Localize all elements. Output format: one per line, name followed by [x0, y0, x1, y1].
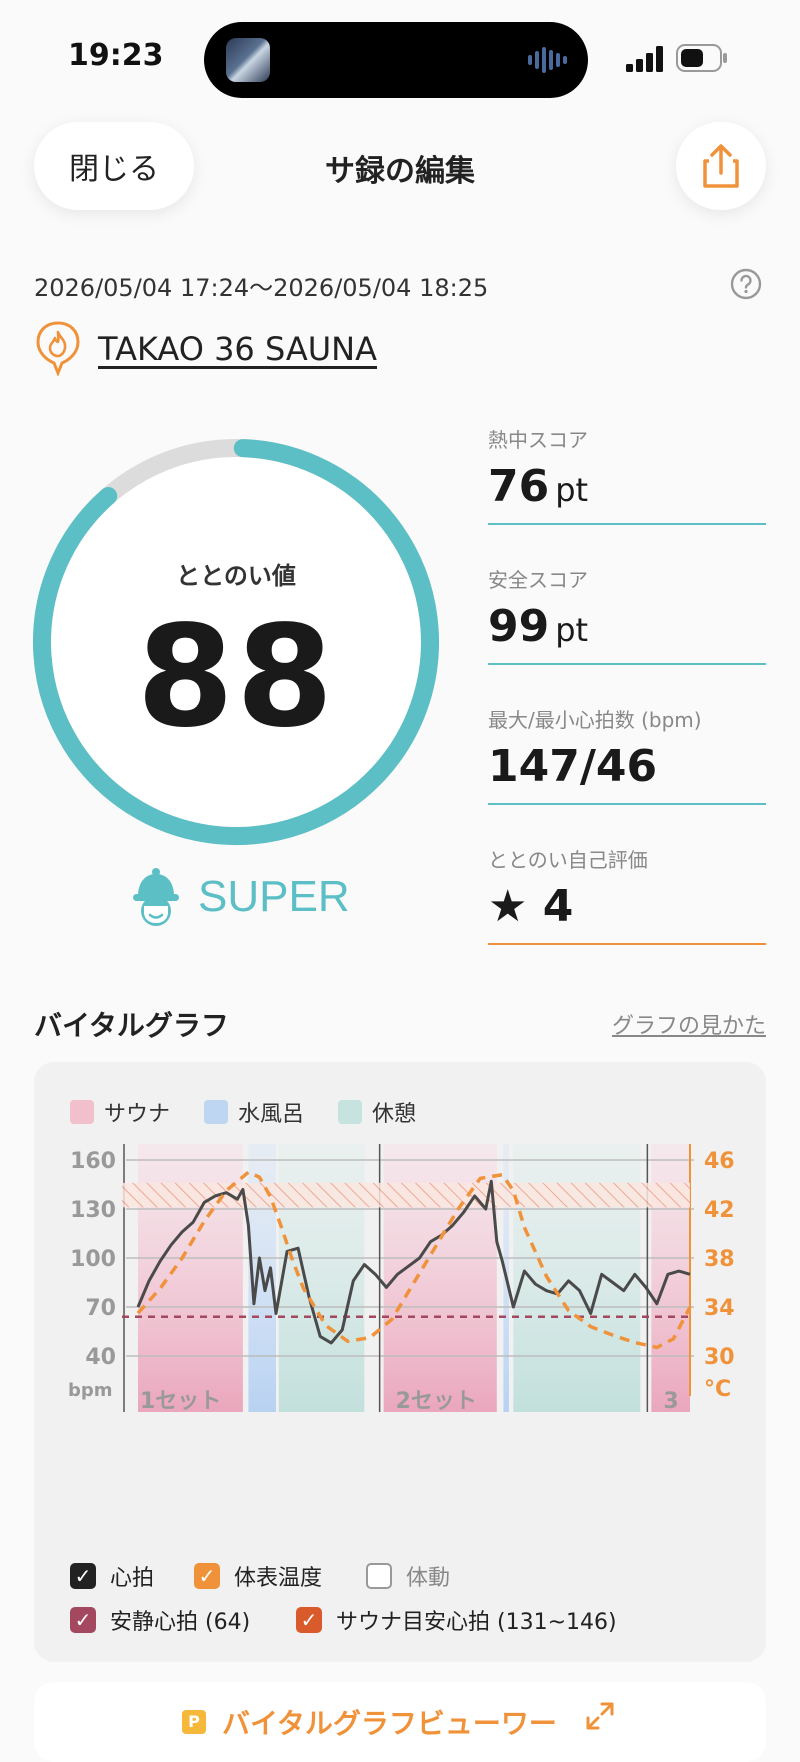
- check-icon: ✓: [296, 1607, 322, 1633]
- y-left-tick: 160: [70, 1149, 116, 1174]
- divider: [488, 803, 766, 805]
- checkbox-heart-rate[interactable]: ✓ 心拍: [70, 1560, 154, 1592]
- audio-waveform-icon: [528, 47, 567, 73]
- vital-chart[interactable]: 160 130 100 70 40 46 42 38 34 30 bpm °C 1セット 2セット 3: [34, 1140, 766, 1540]
- cellular-signal-icon: [626, 46, 663, 72]
- y-left-tick: 70: [85, 1296, 116, 1321]
- heart-rate-range: 最大/最小心拍数 (bpm) 147/46: [488, 704, 766, 805]
- legend-label: 休憩: [372, 1102, 417, 1127]
- rank-label: SUPER: [198, 872, 350, 921]
- legend-swatch: [70, 1100, 94, 1124]
- checkbox-skin-temp[interactable]: ✓ 体表温度: [194, 1560, 322, 1592]
- set-label: 2セット: [396, 1389, 477, 1414]
- status-time: 19:23: [68, 38, 164, 73]
- y-right-tick: 38: [704, 1247, 735, 1272]
- y-right-tick: 34: [704, 1296, 735, 1321]
- set-label: 3: [663, 1389, 678, 1414]
- checkbox-body-motion[interactable]: 体動: [366, 1560, 450, 1592]
- check-icon: ✓: [70, 1607, 96, 1633]
- legend-swatch: [204, 1100, 228, 1124]
- legend-swatch: [338, 1100, 362, 1124]
- y-right-tick: 30: [704, 1345, 735, 1370]
- y-right-tick: 42: [704, 1198, 735, 1223]
- divider: [488, 663, 766, 665]
- y-right-tick: 46: [704, 1149, 735, 1174]
- facility-link[interactable]: TAKAO 36 SAUNA: [98, 330, 377, 368]
- totonoi-value: 88: [136, 596, 336, 759]
- vital-graph-title: バイタルグラフ: [34, 1009, 229, 1042]
- sauna-target-band: [122, 1182, 690, 1208]
- heat-score-value: 76: [488, 461, 550, 512]
- totonoi-label: ととのい値: [176, 562, 296, 590]
- y-left-tick: 100: [70, 1247, 116, 1272]
- heat-score: 熱中スコア 76 pt: [488, 424, 766, 525]
- divider: [488, 523, 766, 525]
- help-icon[interactable]: [730, 268, 762, 300]
- y-left-unit: bpm: [68, 1380, 113, 1401]
- checkbox-resting-hr[interactable]: ✓ 安静心拍 (64): [70, 1604, 250, 1636]
- sauna-facility-icon: [36, 321, 80, 376]
- battery-icon: [676, 44, 727, 72]
- safety-score-label: 安全スコア: [488, 568, 588, 592]
- legend-label: 水風呂: [238, 1102, 305, 1127]
- safety-score-value: 99: [488, 601, 550, 652]
- heart-rate-label: 最大/最小心拍数 (bpm): [488, 708, 702, 732]
- checkbox-label: 安静心拍 (64): [110, 1610, 251, 1635]
- set-label: 1セット: [140, 1389, 221, 1414]
- premium-badge-icon: P: [182, 1710, 206, 1734]
- checkbox-label: 体動: [406, 1566, 451, 1591]
- checkbox-label: 体表温度: [234, 1566, 323, 1591]
- y-left-tick: 40: [85, 1345, 116, 1370]
- legend-label: サウナ: [104, 1102, 171, 1127]
- graph-viewer-label[interactable]: バイタルグラフビューワー: [222, 1702, 557, 1742]
- self-rating[interactable]: ととのい自己評価 ★ 4: [488, 844, 766, 945]
- checkbox-sauna-target-hr[interactable]: ✓ サウナ目安心拍 (131~146): [296, 1604, 617, 1636]
- self-rating-label: ととのい自己評価: [488, 848, 648, 872]
- legend-cold-bath: 水風呂: [204, 1096, 304, 1128]
- sauna-hat-rank-icon: [133, 868, 179, 926]
- legend-sauna: サウナ: [70, 1096, 170, 1128]
- divider: [488, 943, 766, 945]
- checkbox-label: 心拍: [110, 1566, 155, 1591]
- check-icon: ✓: [70, 1563, 96, 1589]
- share-icon: [703, 144, 739, 188]
- y-left-tick: 130: [70, 1198, 116, 1223]
- now-playing-artwork[interactable]: [226, 38, 270, 82]
- check-icon: ✓: [194, 1563, 220, 1589]
- y-right-unit: °C: [704, 1377, 731, 1402]
- expand-icon[interactable]: [584, 1700, 616, 1732]
- session-datetime: 2026/05/04 17:24～2026/05/04 18:25: [34, 274, 489, 302]
- empty-checkbox-icon: [366, 1563, 392, 1589]
- self-rating-value[interactable]: ★ 4: [488, 881, 573, 932]
- share-button[interactable]: [676, 122, 766, 210]
- heart-rate-value: 147/46: [488, 741, 658, 792]
- checkbox-label: サウナ目安心拍 (131~146): [336, 1610, 617, 1635]
- graph-help-link[interactable]: グラフの見かた: [590, 1008, 766, 1040]
- legend-rest: 休憩: [338, 1096, 416, 1128]
- safety-score: 安全スコア 99 pt: [488, 564, 766, 665]
- safety-score-unit: pt: [555, 611, 589, 649]
- heat-score-label: 熱中スコア: [488, 428, 588, 452]
- heat-score-unit: pt: [555, 471, 589, 509]
